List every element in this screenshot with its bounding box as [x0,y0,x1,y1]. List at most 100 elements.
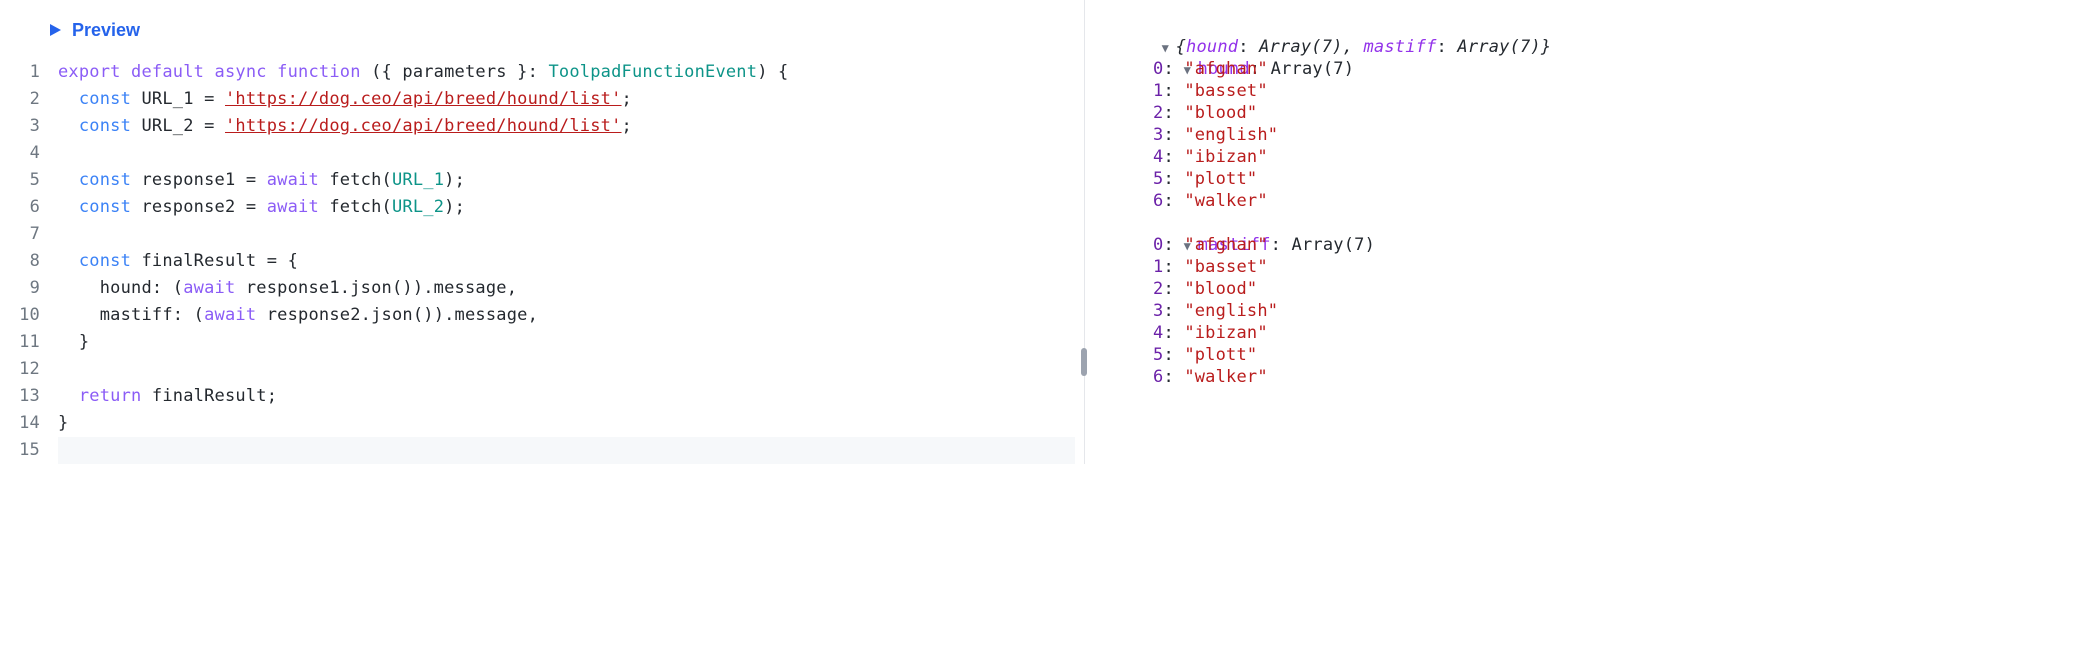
token-punct: = [235,170,266,190]
tree-item[interactable]: 1: "basset" [1099,80,2076,102]
tree-value-type: Array(7) [1292,235,1375,255]
code-line[interactable]: return finalResult; [58,383,1075,410]
tree-index: 2 [1153,103,1163,123]
tree-index: 1 [1153,81,1163,101]
tree-node-mastiff[interactable]: ▼mastiff: Array(7) [1099,212,2076,234]
tree-value: "walker" [1184,191,1267,211]
code-content[interactable]: export default async function ({ paramet… [58,59,1075,464]
pane-divider[interactable] [1075,0,1093,464]
tree-index: 5 [1153,169,1163,189]
code-line[interactable] [58,221,1075,248]
preview-label: Preview [72,16,140,45]
tree-index: 2 [1153,279,1163,299]
token-keyword: await [204,305,256,325]
code-line-active[interactable] [58,437,1075,464]
token-keyword: async [215,62,267,82]
line-number: 1 [0,59,40,86]
token-expr: finalResult; [141,386,277,406]
tree-value: "afghan" [1184,59,1267,79]
tree-item[interactable]: 3: "english" [1099,300,2076,322]
tree-index: 1 [1153,257,1163,277]
code-line[interactable]: const response1 = await fetch(URL_1); [58,167,1075,194]
tree-index: 3 [1153,301,1163,321]
tree-brace: } [1541,37,1551,57]
tree-key: mastiff [1363,37,1436,57]
tree-value-type: Array(7) [1271,59,1354,79]
tree-item[interactable]: 5: "plott" [1099,344,2076,366]
line-number: 2 [0,86,40,113]
code-line[interactable] [58,356,1075,383]
editor-pane: Preview 1 2 3 4 5 6 7 8 9 10 11 12 13 14… [0,0,1075,464]
token-identifier: URL_1 [142,89,194,109]
code-editor[interactable]: 1 2 3 4 5 6 7 8 9 10 11 12 13 14 15 expo… [0,59,1075,464]
token-punct: ) { [757,62,788,82]
tree-index: 4 [1153,147,1163,167]
token-identifier: finalResult [142,251,257,271]
token-expr: response2.json()).message, [256,305,538,325]
code-line[interactable]: const URL_2 = 'https://dog.ceo/api/breed… [58,113,1075,140]
tree-item[interactable]: 5: "plott" [1099,168,2076,190]
tree-item[interactable]: 6: "walker" [1099,190,2076,212]
token-property: mastiff: ( [100,305,204,325]
tree-index: 3 [1153,125,1163,145]
token-keyword: const [79,197,131,217]
tree-value: "english" [1184,125,1278,145]
line-number: 10 [0,302,40,329]
line-number: 7 [0,221,40,248]
tree-item[interactable]: 3: "english" [1099,124,2076,146]
token-type: ToolpadFunctionEvent [548,62,757,82]
token-keyword: await [183,278,235,298]
token-variable: URL_1 [392,170,444,190]
tree-value: "basset" [1184,257,1267,277]
tree-index: 5 [1153,345,1163,365]
tree-value: "basset" [1184,81,1267,101]
token-variable: URL_2 [392,197,444,217]
token-keyword: const [79,251,131,271]
line-number: 12 [0,356,40,383]
line-number: 3 [0,113,40,140]
token-punct: ; [622,89,632,109]
tree-root[interactable]: ▼{hound: Array(7), mastiff: Array(7)} [1099,14,2076,36]
tree-value: "ibizan" [1184,323,1267,343]
code-line[interactable]: } [58,410,1075,437]
line-number: 13 [0,383,40,410]
token-call: fetch( [319,197,392,217]
tree-item[interactable]: 0: "afghan" [1099,234,2076,256]
line-number: 14 [0,410,40,437]
tree-item[interactable]: 0: "afghan" [1099,58,2076,80]
tree-value: "blood" [1184,103,1257,123]
token-punct: ; [622,116,632,136]
tree-item[interactable]: 1: "basset" [1099,256,2076,278]
token-identifier: URL_2 [142,116,194,136]
line-number: 6 [0,194,40,221]
preview-button[interactable]: Preview [0,8,1075,59]
code-line[interactable]: const URL_1 = 'https://dog.ceo/api/breed… [58,86,1075,113]
code-line[interactable]: const finalResult = { [58,248,1075,275]
token-call: fetch( [319,170,392,190]
token-identifier: response2 [142,197,236,217]
chevron-down-icon[interactable]: ▼ [1162,37,1176,59]
code-line[interactable]: mastiff: (await response2.json()).messag… [58,302,1075,329]
tree-value: "walker" [1184,367,1267,387]
token-expr: response1.json()).message, [235,278,517,298]
code-line[interactable]: hound: (await response1.json()).message, [58,275,1075,302]
tree-item[interactable]: 2: "blood" [1099,278,2076,300]
token-keyword: export [58,62,121,82]
tree-value: "plott" [1184,345,1257,365]
code-line[interactable]: export default async function ({ paramet… [58,59,1075,86]
tree-value: "plott" [1184,169,1257,189]
tree-item[interactable]: 4: "ibizan" [1099,146,2076,168]
play-icon [48,23,62,37]
line-number: 4 [0,140,40,167]
token-keyword: const [79,170,131,190]
code-line[interactable]: const response2 = await fetch(URL_2); [58,194,1075,221]
code-line[interactable]: } [58,329,1075,356]
drag-handle-icon[interactable] [1081,348,1087,376]
token-punct: ); [444,170,465,190]
tree-value: "english" [1184,301,1278,321]
tree-item[interactable]: 2: "blood" [1099,102,2076,124]
token-punct: ); [444,197,465,217]
tree-item[interactable]: 4: "ibizan" [1099,322,2076,344]
tree-item[interactable]: 6: "walker" [1099,366,2076,388]
code-line[interactable] [58,140,1075,167]
